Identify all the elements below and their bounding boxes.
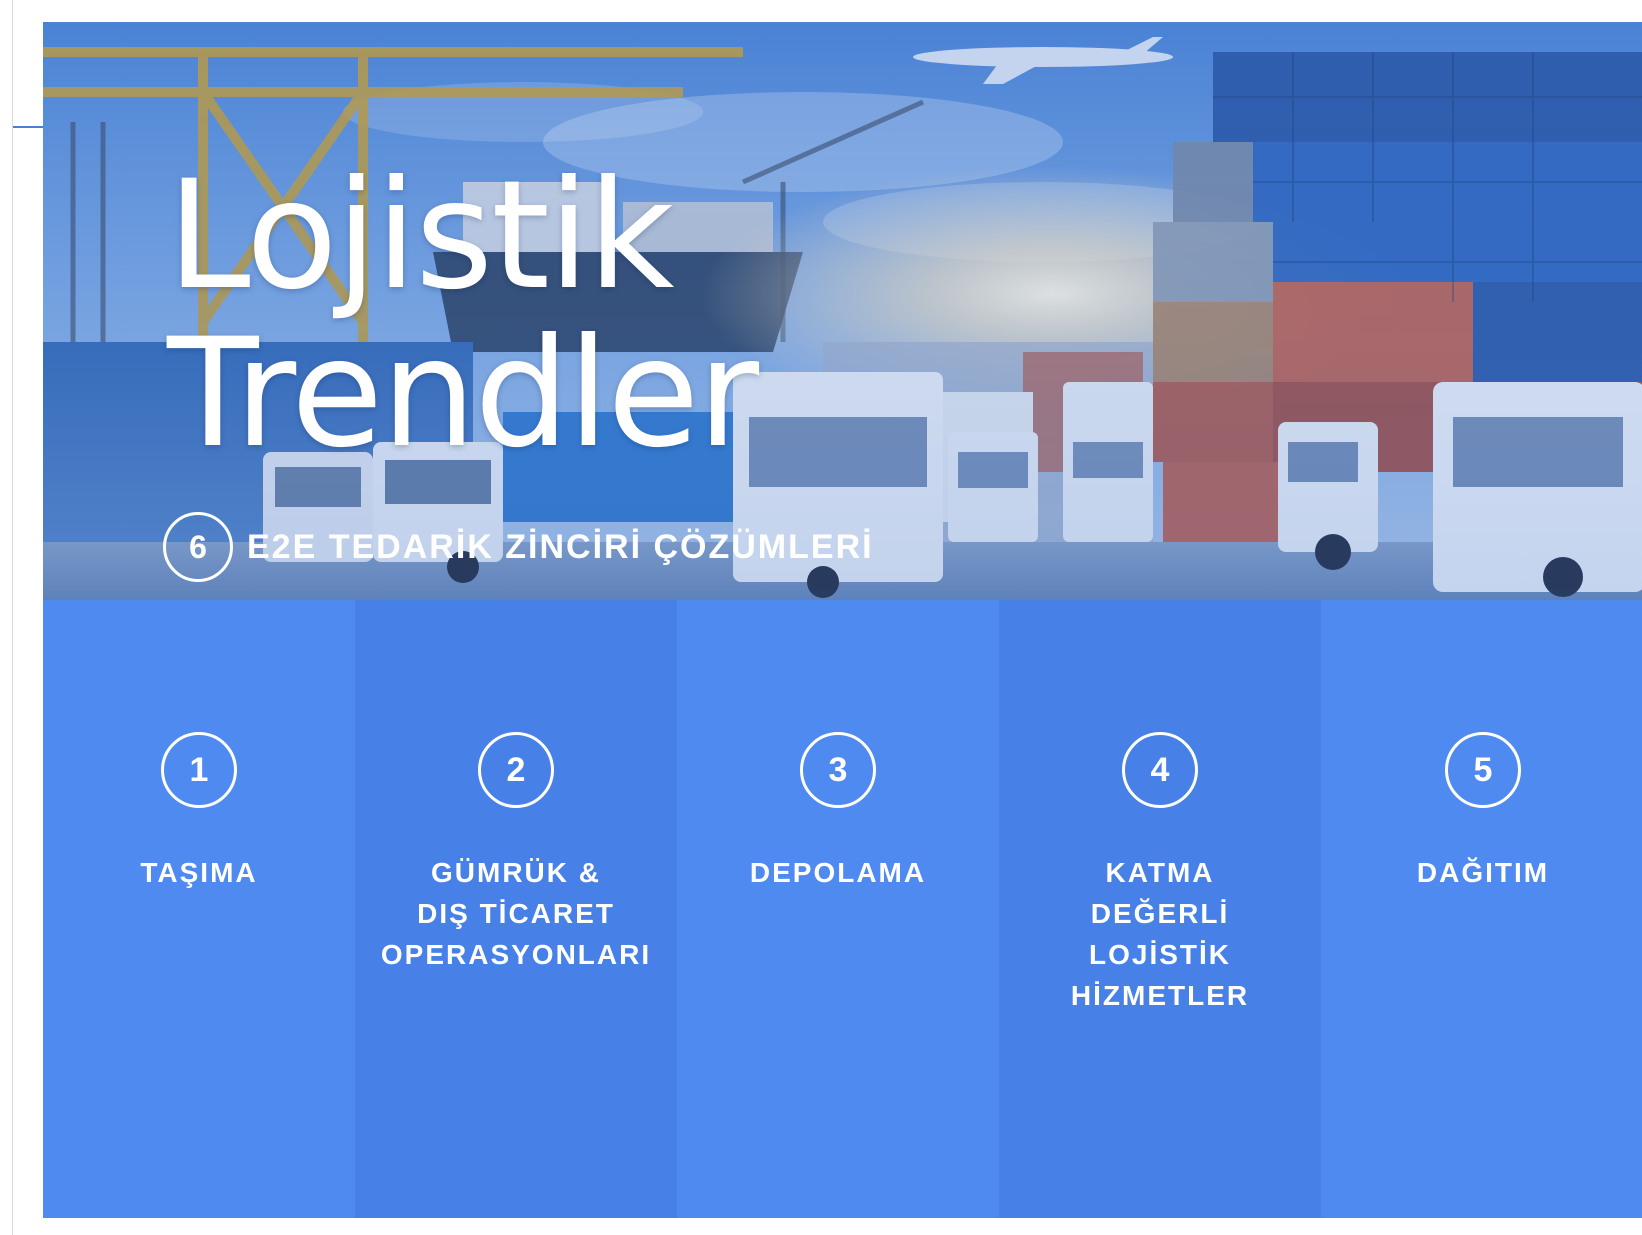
slide-frame: Lojistik Trendler 6 E2E TEDARİK ZİNCİRİ … <box>12 0 1642 1235</box>
hero-title-line2: Trendler <box>167 307 759 481</box>
step-column-2: 2 GÜMRÜK & DIŞ TİCARET OPERASYONLARI <box>355 600 677 1218</box>
hero-title: Lojistik Trendler <box>167 149 759 481</box>
subtitle-number-badge: 6 <box>163 512 233 582</box>
step-column-4: 4 KATMA DEĞERLİ LOJİSTİK HİZMETLER <box>999 600 1321 1218</box>
step-number-badge: 3 <box>800 732 876 808</box>
step-label: KATMA DEĞERLİ LOJİSTİK HİZMETLER <box>1070 857 1250 1011</box>
hero-title-line1: Lojistik <box>167 149 675 323</box>
step-label: GÜMRÜK & DIŞ TİCARET OPERASYONLARI <box>380 857 652 970</box>
step-label: TAŞIMA <box>140 857 258 888</box>
step-column-1: 1 TAŞIMA <box>43 600 355 1218</box>
step-label: DEPOLAMA <box>749 857 927 888</box>
step-label: DAĞITIM <box>1416 857 1550 888</box>
subtitle-text: E2E TEDARİK ZİNCİRİ ÇÖZÜMLERİ <box>247 527 874 566</box>
step-column-3: 3 DEPOLAMA <box>677 600 999 1218</box>
step-number-badge: 4 <box>1122 732 1198 808</box>
step-number-badge: 5 <box>1445 732 1521 808</box>
step-number-badge: 1 <box>161 732 237 808</box>
hero-banner: Lojistik Trendler 6 E2E TEDARİK ZİNCİRİ … <box>43 22 1642 600</box>
step-number-badge: 2 <box>478 732 554 808</box>
subtitle: 6 E2E TEDARİK ZİNCİRİ ÇÖZÜMLERİ <box>163 512 874 582</box>
logistics-card: Lojistik Trendler 6 E2E TEDARİK ZİNCİRİ … <box>43 22 1642 1218</box>
steps-columns: 1 TAŞIMA 2 GÜMRÜK & DIŞ TİCARET OPERASYO… <box>43 600 1642 1218</box>
step-column-5: 5 DAĞITIM <box>1321 600 1642 1218</box>
